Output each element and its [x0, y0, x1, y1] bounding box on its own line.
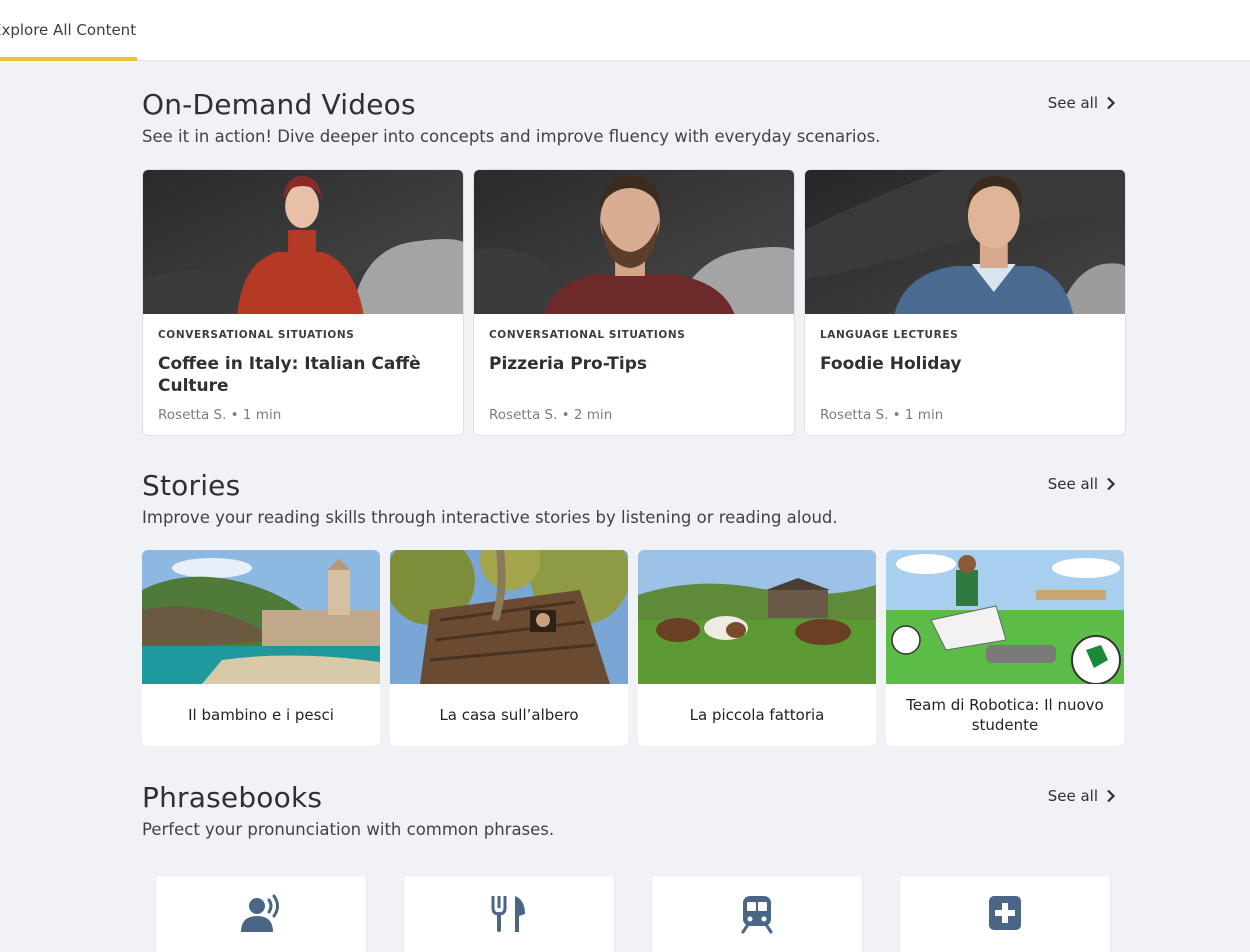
top-tab-bar: Explore All Content [0, 0, 1250, 61]
phrasebook-card-dining[interactable] [404, 876, 614, 952]
stories-see-all-link[interactable]: See all [1048, 475, 1116, 493]
phrasebooks-see-all-link[interactable]: See all [1048, 787, 1116, 805]
fork-knife-icon [491, 896, 525, 932]
video-title: Pizzeria Pro-Tips [489, 354, 647, 374]
video-card[interactable]: Conversational Situations Pizzeria Pro-T… [473, 169, 795, 436]
chevron-right-icon [1107, 96, 1116, 110]
medical-cross-icon [989, 896, 1021, 930]
stories-section-header: Stories Improve your reading skills thro… [142, 469, 1124, 529]
stories-row: Il bambino e i pesci La casa sull’albero [142, 550, 1124, 746]
chevron-right-icon [1107, 789, 1116, 803]
story-title: La piccola fattoria [689, 706, 825, 724]
video-card[interactable]: Language Lectures Foodie Holiday Rosetta… [804, 169, 1126, 436]
video-meta: Rosetta S. • 1 min [158, 407, 282, 423]
video-category: Conversational Situations [489, 329, 686, 341]
video-title: Coffee in Italy: Italian Caffè Culture [158, 354, 421, 396]
video-meta: Rosetta S. • 2 min [489, 407, 613, 423]
video-thumbnail [805, 170, 1125, 314]
see-all-label: See all [1047, 787, 1098, 805]
speaking-person-icon [241, 894, 279, 932]
active-tab-indicator [0, 57, 137, 61]
video-title: Foodie Holiday [820, 354, 962, 374]
videos-row: Conversational Situations Coffee in Ital… [142, 169, 1126, 436]
story-card[interactable]: La piccola fattoria [638, 550, 876, 746]
videos-section-header: On-Demand Videos See it in action! Dive … [142, 88, 1124, 148]
story-card[interactable]: Il bambino e i pesci [142, 550, 380, 746]
stories-section-subtitle: Improve your reading skills through inte… [142, 508, 838, 527]
videos-section-title: On-Demand Videos [142, 88, 416, 121]
story-thumbnail-farm [638, 550, 876, 684]
story-title: La casa sull’albero [439, 706, 579, 724]
phrasebook-card-conversation[interactable] [156, 876, 366, 952]
story-title: Il bambino e i pesci [188, 706, 334, 724]
story-thumbnail-coastal-village [142, 550, 380, 684]
story-card[interactable]: La casa sull’albero [390, 550, 628, 746]
phrasebook-card-transport[interactable] [652, 876, 862, 952]
phrasebooks-section-subtitle: Perfect your pronunciation with common p… [142, 820, 555, 839]
tab-explore-all-content[interactable]: Explore All Content [0, 0, 145, 61]
phrasebooks-section-header: Phrasebooks Perfect your pronunciation w… [142, 781, 1124, 841]
story-title: Team di Robotica: Il nuovo studente [906, 696, 1104, 734]
video-card[interactable]: Conversational Situations Coffee in Ital… [142, 169, 464, 436]
story-thumbnail-robotics-team [886, 550, 1124, 684]
see-all-label: See all [1047, 475, 1098, 493]
tab-label: Explore All Content [0, 21, 137, 39]
video-thumbnail [143, 170, 463, 314]
phrasebook-card-health[interactable] [900, 876, 1110, 952]
stories-section-title: Stories [142, 469, 241, 502]
see-all-label: See all [1047, 94, 1098, 112]
video-category: Language Lectures [820, 329, 959, 341]
video-meta: Rosetta S. • 1 min [820, 407, 944, 423]
chevron-right-icon [1107, 477, 1116, 491]
train-icon [741, 896, 773, 934]
videos-see-all-link[interactable]: See all [1048, 94, 1116, 112]
phrasebooks-row [156, 876, 1110, 952]
story-thumbnail-treehouse [390, 550, 628, 684]
video-thumbnail [474, 170, 794, 314]
phrasebooks-section-title: Phrasebooks [142, 781, 323, 814]
story-card[interactable]: Team di Robotica: Il nuovo studente [886, 550, 1124, 746]
videos-section-subtitle: See it in action! Dive deeper into conce… [142, 127, 881, 146]
video-category: Conversational Situations [158, 329, 355, 341]
